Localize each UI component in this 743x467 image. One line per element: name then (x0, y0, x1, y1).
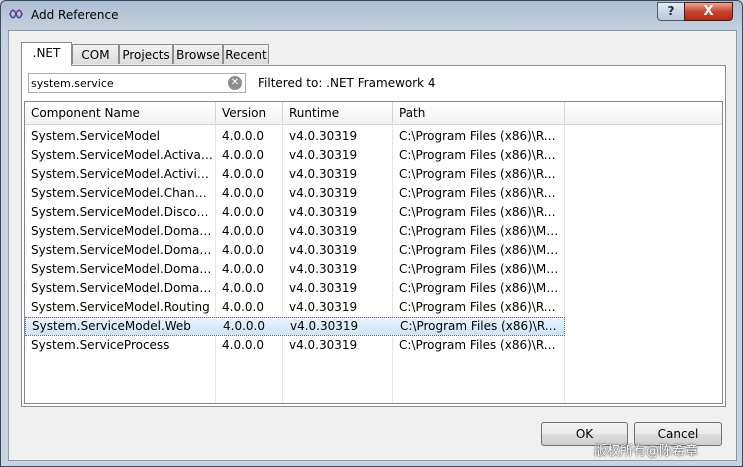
search-box[interactable]: ✕ (28, 73, 246, 93)
cell-component-name: System.ServiceProcess (31, 338, 170, 352)
window-title: Add Reference (31, 8, 119, 22)
cell-version: 4.0.0.0 (222, 148, 264, 162)
column-header-runtime[interactable]: Runtime (283, 102, 393, 124)
watermark: 版权所有@陈希章 (594, 444, 699, 459)
column-header-path[interactable]: Path (393, 102, 565, 124)
clear-search-icon[interactable]: ✕ (228, 76, 242, 90)
dialog-body: .NET COM Projects Browse Recent ✕ Filter… (8, 30, 737, 461)
cell-component-name: System.ServiceModel.Routing (31, 300, 210, 314)
cell-path: C:\Program Files (x86)\Micr... (399, 243, 559, 257)
cell-path: C:\Program Files (x86)\Micr... (399, 281, 559, 295)
cell-runtime: v4.0.30319 (289, 224, 358, 238)
help-button[interactable]: ? (657, 2, 685, 21)
table-row[interactable]: System.ServiceModel.DomainSe... 4.0.0.0 v4… (25, 241, 565, 260)
cell-runtime: v4.0.30319 (289, 205, 358, 219)
cell-component-name: System.ServiceModel.DomainSe... (31, 262, 213, 276)
cell-component-name: System.ServiceModel.Web (32, 319, 191, 333)
tab-recent[interactable]: Recent (223, 44, 269, 64)
cell-runtime: v4.0.30319 (289, 281, 358, 295)
cell-path: C:\Program Files (x86)\Refer... (399, 167, 559, 181)
cell-path: C:\Program Files (x86)\Refer... (399, 338, 559, 352)
list-header: Component Name Version Runtime Path (25, 102, 722, 125)
table-row[interactable]: System.ServiceModel.Discovery 4.0.0.0 v4.0… (25, 203, 565, 222)
cell-path: C:\Program Files (x86)\Refer... (399, 186, 559, 200)
filter-label: Filtered to: .NET Framework 4 (258, 76, 436, 90)
cell-component-name: System.ServiceModel.DomainSe... (31, 243, 213, 257)
cell-version: 4.0.0.0 (222, 300, 264, 314)
table-row[interactable]: System.ServiceModel.DomainSe... 4.0.0.0 v4… (25, 279, 565, 298)
table-row[interactable]: System.ServiceModel 4.0.0.0 v4.0.30319 C:\P… (25, 127, 565, 146)
table-row[interactable]: System.ServiceModel.Routing 4.0.0.0 v4.0.3… (25, 298, 565, 317)
cell-path: C:\Program Files (x86)\Micr... (399, 224, 559, 238)
cell-runtime: v4.0.30319 (289, 129, 358, 143)
cell-path: C:\Program Files (x86)\Refer... (399, 300, 559, 314)
cell-component-name: System.ServiceModel.DomainSe... (31, 281, 213, 295)
tab-projects[interactable]: Projects (119, 44, 173, 64)
cell-runtime: v4.0.30319 (289, 148, 358, 162)
visual-studio-icon (9, 9, 23, 19)
tab-com[interactable]: COM (72, 44, 119, 64)
cell-path: C:\Program Files (x86)\Refer... (399, 129, 559, 143)
component-list[interactable]: Component Name Version Runtime Path Syst… (24, 101, 723, 404)
table-row[interactable]: System.ServiceModel.Web 4.0.0.0 v4.0.30319… (25, 317, 565, 336)
search-input[interactable] (31, 75, 221, 91)
cell-version: 4.0.0.0 (222, 205, 264, 219)
tab-browse[interactable]: Browse (173, 44, 223, 64)
add-reference-window: Add Reference ? X .NET COM Projects Brow… (0, 0, 743, 467)
net-tab-panel: ✕ Filtered to: .NET Framework 4 Componen… (21, 65, 726, 407)
cell-runtime: v4.0.30319 (289, 300, 358, 314)
table-row[interactable]: System.ServiceModel.DomainSe... 4.0.0.0 v4… (25, 260, 565, 279)
cell-path: C:\Program Files (x86)\Refer... (400, 319, 560, 333)
cell-component-name: System.ServiceModel.Activation (31, 148, 213, 162)
column-header-component-name[interactable]: Component Name (25, 102, 216, 124)
cell-path: C:\Program Files (x86)\Refer... (399, 148, 559, 162)
cell-path: C:\Program Files (x86)\Micr... (399, 262, 559, 276)
cell-version: 4.0.0.0 (222, 186, 264, 200)
cell-runtime: v4.0.30319 (289, 167, 358, 181)
table-row[interactable]: System.ServiceModel.DomainSe... 4.0.0.0 v4… (25, 222, 565, 241)
cell-version: 4.0.0.0 (222, 281, 264, 295)
cell-runtime: v4.0.30319 (289, 186, 358, 200)
table-row[interactable]: System.ServiceModel.Activities 4.0.0.0 v4.… (25, 165, 565, 184)
cell-version: 4.0.0.0 (222, 262, 264, 276)
cell-version: 4.0.0.0 (222, 224, 264, 238)
cell-path: C:\Program Files (x86)\Refer... (399, 205, 559, 219)
title-bar[interactable]: Add Reference ? X (1, 1, 742, 29)
cell-runtime: v4.0.30319 (289, 338, 358, 352)
cell-component-name: System.ServiceModel.Discovery (31, 205, 213, 219)
cell-runtime: v4.0.30319 (289, 243, 358, 257)
cell-version: 4.0.0.0 (222, 338, 264, 352)
cell-version: 4.0.0.0 (222, 129, 264, 143)
cell-component-name: System.ServiceModel.Channels (31, 186, 213, 200)
close-button[interactable]: X (684, 2, 733, 21)
table-row[interactable]: System.ServiceModel.Channels 4.0.0.0 v4.0.… (25, 184, 565, 203)
column-header-version[interactable]: Version (216, 102, 283, 124)
cell-component-name: System.ServiceModel.DomainSe... (31, 224, 213, 238)
cell-version: 4.0.0.0 (222, 243, 264, 257)
cell-component-name: System.ServiceModel (31, 129, 160, 143)
cell-version: 4.0.0.0 (222, 167, 264, 181)
cell-component-name: System.ServiceModel.Activities (31, 167, 213, 181)
table-row[interactable]: System.ServiceProcess 4.0.0.0 v4.0.30319 C:… (25, 336, 565, 355)
tab-net[interactable]: .NET (21, 42, 72, 66)
cell-runtime: v4.0.30319 (290, 319, 359, 333)
table-row[interactable]: System.ServiceModel.Activation 4.0.0.0 v4.… (25, 146, 565, 165)
cell-version: 4.0.0.0 (223, 319, 265, 333)
cell-runtime: v4.0.30319 (289, 262, 358, 276)
